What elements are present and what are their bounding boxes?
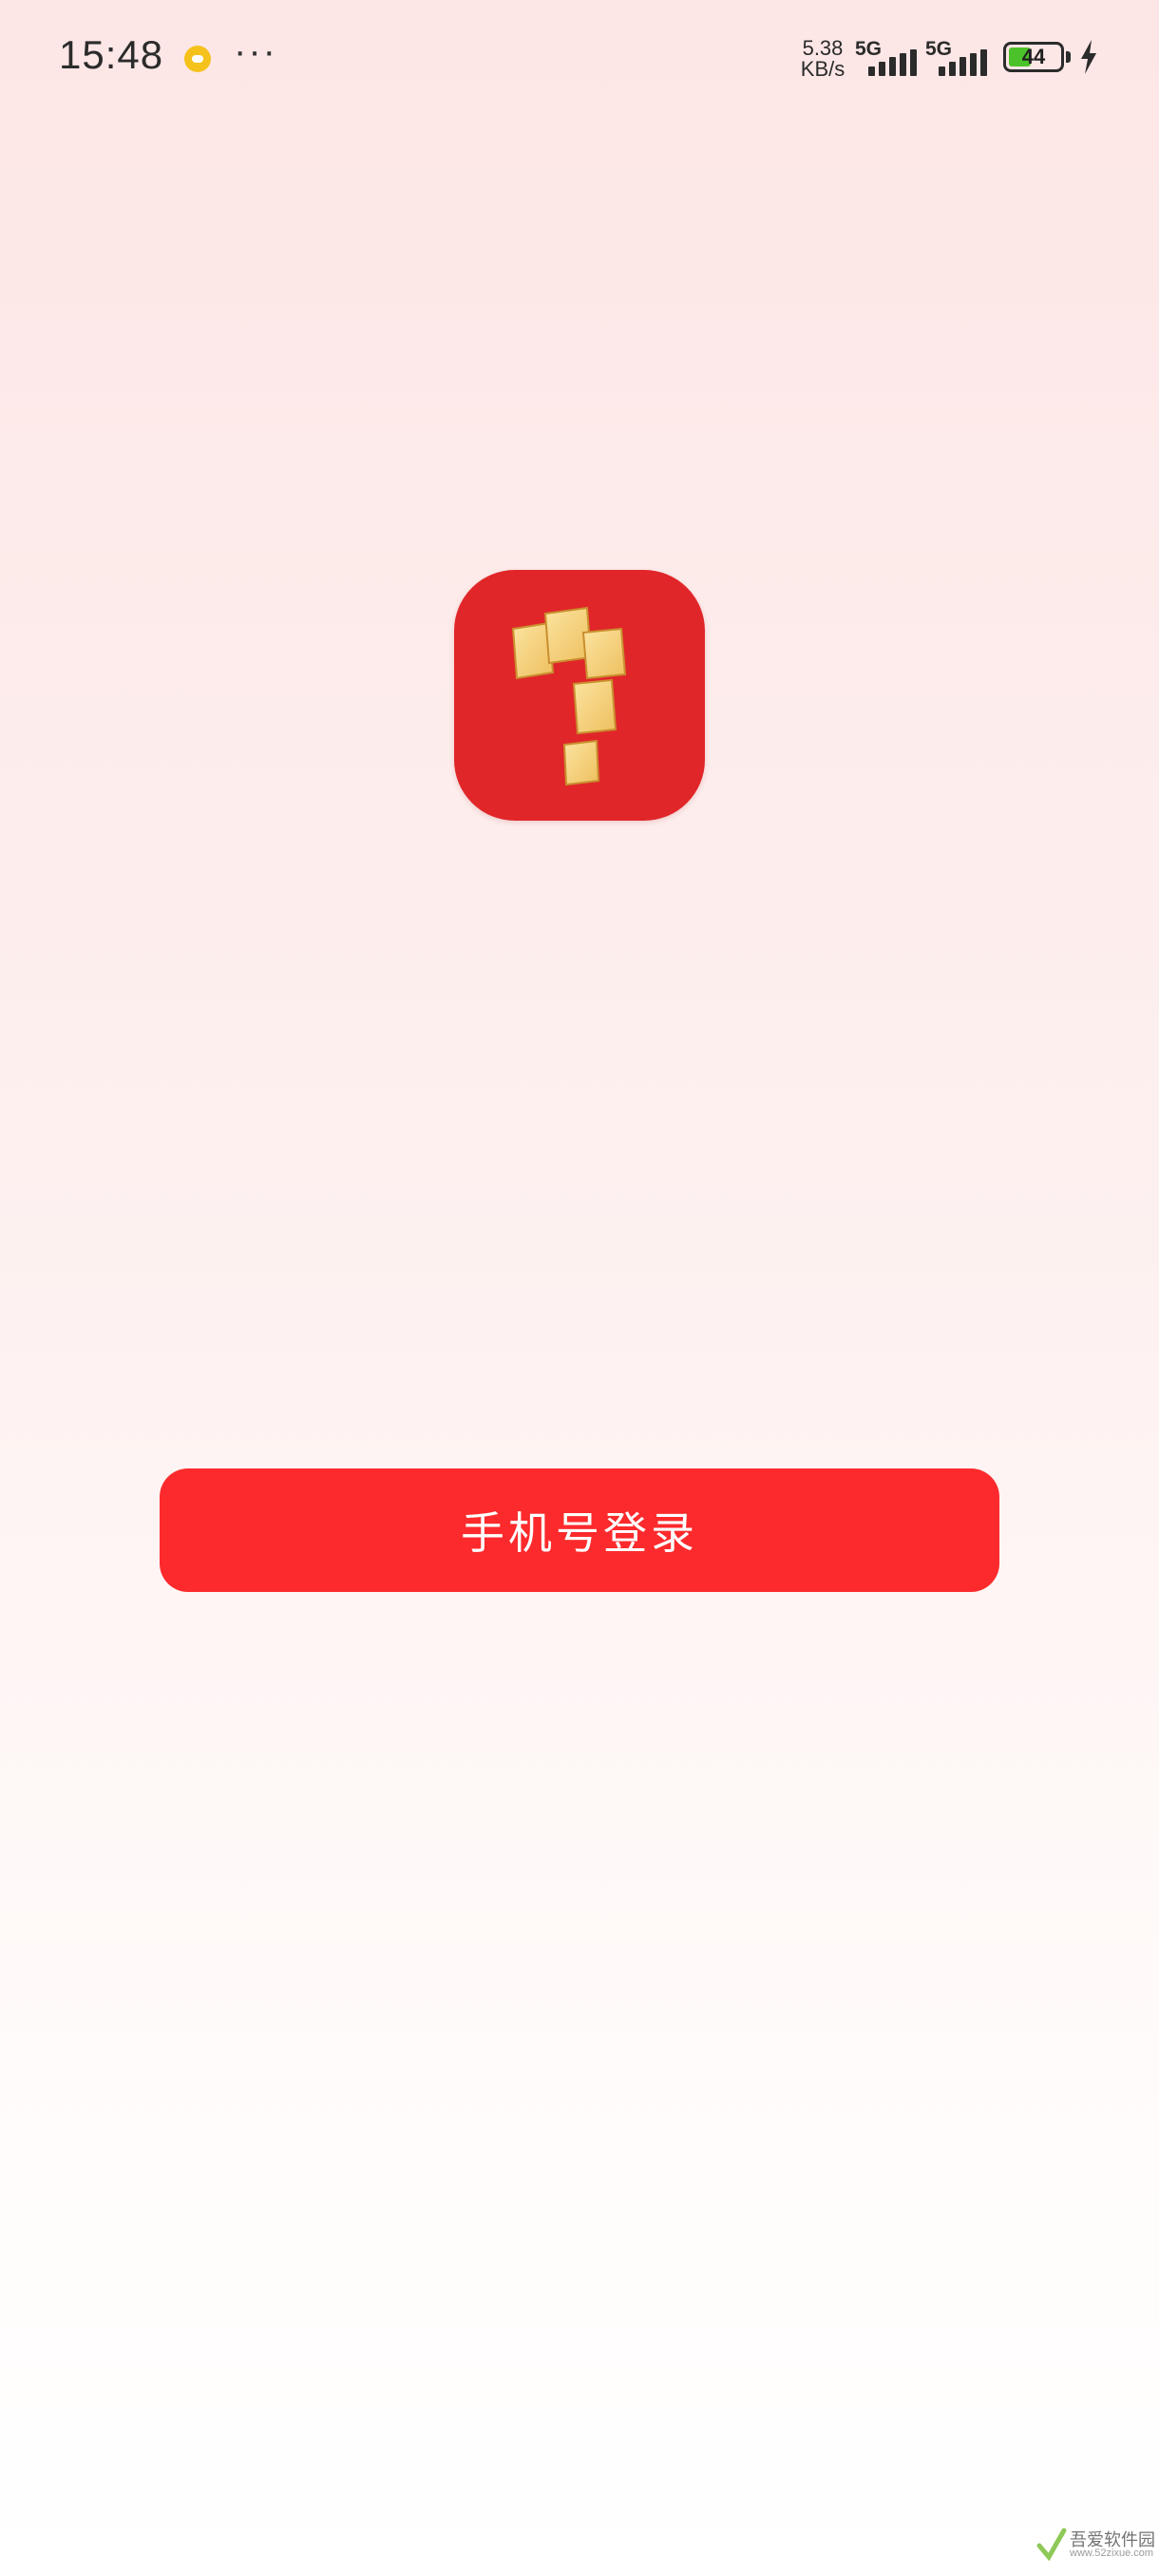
signal-bars-icon <box>939 49 990 76</box>
charging-bolt-icon <box>1081 40 1096 74</box>
battery-icon: 44 <box>1003 42 1064 72</box>
network-speed-value: 5.38 <box>802 36 844 60</box>
watermark-subtext: www.52zixue.com <box>1070 2548 1154 2559</box>
notification-bubble-icon <box>184 46 211 72</box>
app-logo-graphic <box>511 606 627 786</box>
app-logo-icon <box>454 570 705 821</box>
battery-cap <box>1066 51 1071 63</box>
phone-login-button[interactable]: 手机号登录 <box>160 1468 999 1592</box>
watermark-logo-icon <box>1036 2528 1067 2562</box>
signal-icon-sim2: 5G <box>925 38 992 76</box>
status-time: 15:48 <box>59 32 164 77</box>
signal-bars-icon <box>868 49 920 76</box>
network-speed-unit: KB/s <box>800 57 846 81</box>
network-speed: 5.38 KB/s <box>796 38 849 80</box>
signal-icon-sim1: 5G <box>855 38 922 76</box>
more-notifications-icon: ··· <box>234 30 277 72</box>
watermark: 吾爱软件园 www.52zixue.com <box>1036 2508 1155 2568</box>
battery-level: 44 <box>1021 45 1046 68</box>
status-bar: 15:48 ··· 5.38 KB/s 5G 5G 44 <box>0 0 1159 118</box>
